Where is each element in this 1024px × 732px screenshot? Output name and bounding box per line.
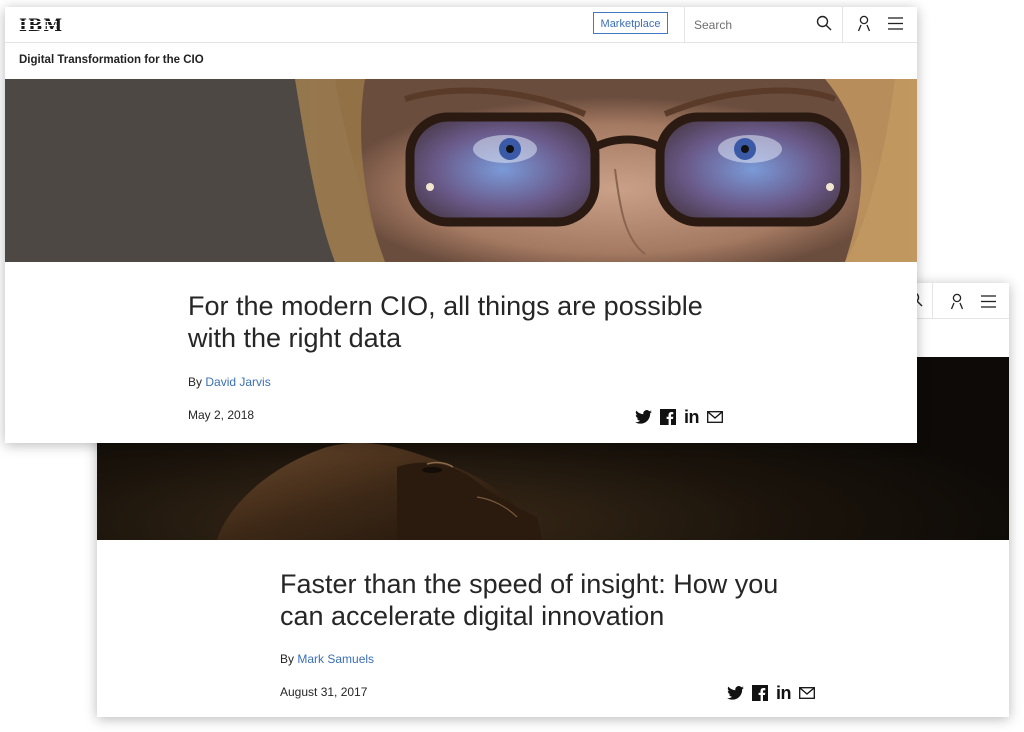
logo-stripe	[19, 21, 57, 22]
title-line-1: Faster than the speed of insight: How yo…	[280, 569, 779, 599]
email-icon[interactable]	[707, 411, 723, 423]
article-card-front: IBM Marketplace Search Digital Transform…	[5, 7, 917, 443]
twitter-icon[interactable]	[635, 410, 652, 424]
email-icon[interactable]	[799, 687, 815, 699]
by-prefix: By	[188, 375, 203, 389]
publish-date: August 31, 2017	[280, 685, 368, 699]
facebook-icon[interactable]	[660, 409, 676, 425]
by-prefix: By	[280, 652, 295, 666]
user-icon[interactable]	[857, 15, 871, 37]
title-line-1: For the modern CIO, all things are possi…	[188, 291, 703, 321]
search-input[interactable]: Search	[694, 18, 732, 32]
title-line-2: with the right data	[188, 323, 402, 353]
search-icon[interactable]	[816, 15, 832, 36]
byline: By Mark Samuels	[280, 652, 374, 666]
author-link[interactable]: David Jarvis	[205, 375, 270, 389]
linkedin-icon[interactable]: in	[684, 408, 700, 426]
twitter-icon[interactable]	[727, 686, 744, 700]
marketplace-button[interactable]: Marketplace	[593, 12, 668, 34]
top-nav: IBM Marketplace Search	[5, 7, 917, 43]
menu-icon[interactable]	[981, 295, 996, 313]
share-bar: in	[635, 408, 723, 426]
hero-image-woman-glasses	[5, 79, 917, 262]
author-link[interactable]: Mark Samuels	[297, 652, 374, 666]
ibm-logo[interactable]: IBM	[19, 16, 63, 36]
nav-divider	[932, 283, 933, 318]
publish-date: May 2, 2018	[188, 408, 255, 422]
logo-stripe	[19, 25, 57, 26]
search-field[interactable]: Search	[684, 7, 843, 42]
menu-icon[interactable]	[888, 17, 903, 35]
share-bar: in	[727, 684, 815, 702]
logo-stripe	[19, 29, 57, 30]
byline: By David Jarvis	[188, 375, 271, 389]
facebook-icon[interactable]	[752, 685, 768, 701]
article-title[interactable]: Faster than the speed of insight: How yo…	[280, 568, 778, 632]
article-title[interactable]: For the modern CIO, all things are possi…	[188, 290, 703, 354]
section-title[interactable]: Digital Transformation for the CIO	[19, 54, 204, 66]
user-icon[interactable]	[950, 293, 964, 315]
title-line-2: can accelerate digital innovation	[280, 601, 665, 631]
linkedin-icon[interactable]: in	[776, 684, 792, 702]
